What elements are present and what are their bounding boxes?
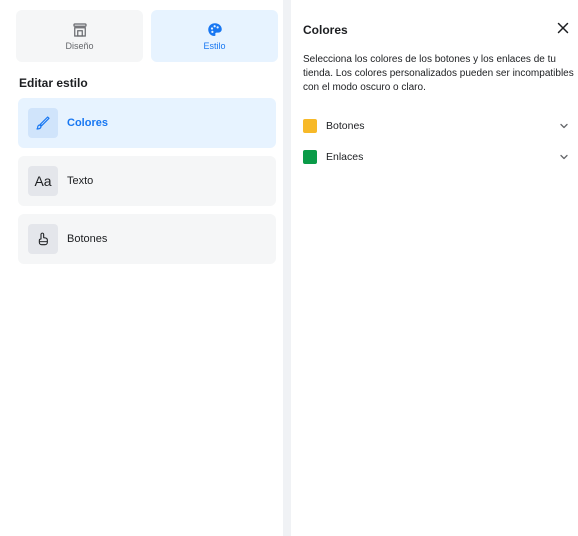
mode-tabs: Diseño Estilo: [16, 10, 278, 62]
panel-divider: [283, 0, 291, 536]
brush-icon: [36, 116, 50, 130]
style-item-text-label: Texto: [67, 175, 94, 187]
section-title: Editar estilo: [19, 76, 88, 90]
style-item-colors[interactable]: Colores: [18, 98, 276, 148]
color-swatch-buttons[interactable]: [303, 119, 317, 133]
tab-style[interactable]: Estilo: [151, 10, 278, 62]
right-panel: Colores Selecciona los colores de los bo…: [291, 0, 578, 536]
style-item-text[interactable]: Aa Texto: [18, 156, 276, 206]
color-option-links-label: Enlaces: [326, 151, 364, 163]
tab-design[interactable]: Diseño: [16, 10, 143, 62]
style-item-colors-icon-box: [28, 108, 58, 138]
panel-description: Selecciona los colores de los botones y …: [303, 54, 574, 93]
tab-style-label: Estilo: [203, 41, 226, 51]
style-editor: Diseño Estilo Editar estilo Colores Aa T…: [0, 0, 578, 536]
color-option-links[interactable]: Enlaces: [303, 148, 575, 166]
style-item-buttons[interactable]: Botones: [18, 214, 276, 264]
left-panel: Diseño Estilo Editar estilo Colores Aa T…: [10, 0, 284, 536]
tap-hand-icon: [38, 232, 48, 246]
chevron-down-icon[interactable]: [559, 152, 569, 162]
style-item-buttons-icon-box: [28, 224, 58, 254]
color-option-buttons-label: Botones: [326, 120, 365, 132]
text-aa-icon: Aa: [34, 173, 52, 189]
palette-icon: [207, 23, 222, 36]
panel-title: Colores: [303, 23, 348, 37]
storefront-icon: [72, 23, 87, 37]
style-item-text-icon-box: Aa: [28, 166, 58, 196]
color-option-buttons[interactable]: Botones: [303, 117, 575, 135]
tab-design-label: Diseño: [65, 41, 94, 51]
close-icon[interactable]: [555, 20, 571, 36]
color-swatch-links[interactable]: [303, 150, 317, 164]
style-item-buttons-label: Botones: [67, 233, 108, 245]
style-item-colors-label: Colores: [67, 117, 108, 129]
chevron-down-icon[interactable]: [559, 121, 569, 131]
